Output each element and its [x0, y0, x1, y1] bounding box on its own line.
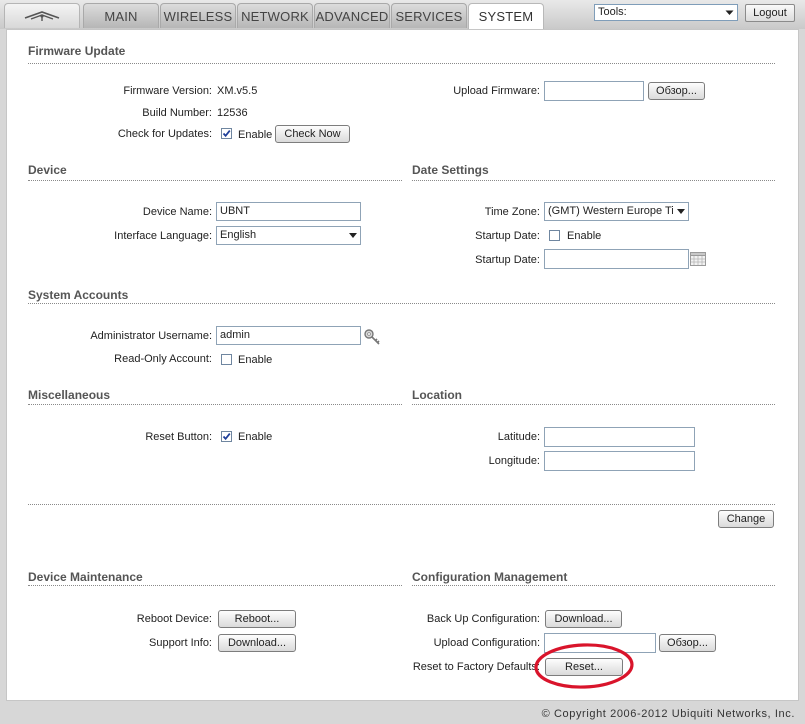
change-button[interactable]: Change: [718, 510, 774, 528]
startup-date-enable-label: Startup Date:: [475, 230, 540, 242]
latitude-label: Latitude:: [497, 431, 540, 443]
upload-firmware-browse-button[interactable]: Обзор...: [648, 82, 705, 100]
chevron-down-icon: [677, 209, 685, 214]
firmware-version-label: Firmware Version:: [123, 85, 212, 97]
longitude-field[interactable]: [544, 451, 695, 471]
read-only-account-checkbox[interactable]: [221, 354, 232, 365]
check-updates-enable-text: Enable: [238, 129, 273, 141]
admin-username-field[interactable]: admin: [216, 326, 361, 345]
checkmark-icon: [222, 433, 231, 441]
configuration-management-heading: Configuration Management: [412, 570, 568, 584]
chevron-down-icon: [349, 233, 357, 238]
section-divider: [28, 180, 402, 181]
device-heading: Device: [28, 163, 67, 177]
system-accounts-heading: System Accounts: [28, 288, 129, 302]
tab-system[interactable]: SYSTEM: [468, 3, 544, 30]
section-divider: [28, 504, 775, 505]
section-divider: [28, 585, 402, 586]
backup-configuration-label: Back Up Configuration:: [426, 613, 540, 625]
section-divider: [28, 303, 775, 304]
section-divider: [28, 63, 775, 64]
device-name-label: Device Name:: [142, 206, 212, 218]
tab-services[interactable]: SERVICES: [391, 3, 467, 28]
firmware-version-value: XM.v5.5: [217, 85, 258, 97]
upload-configuration-label: Upload Configuration:: [433, 637, 540, 649]
logout-button[interactable]: Logout: [745, 4, 795, 22]
tab-network[interactable]: NETWORK: [237, 3, 313, 28]
tools-select-label: Tools:: [598, 6, 627, 18]
upload-firmware-field[interactable]: [544, 81, 644, 101]
ubiquiti-logo[interactable]: [4, 3, 80, 28]
reset-button-label: Reset Button:: [145, 431, 212, 443]
device-name-field[interactable]: UBNT: [216, 202, 361, 221]
reset-button-enable-text: Enable: [238, 431, 273, 443]
startup-date-enable-text: Enable: [567, 230, 602, 242]
tab-wireless[interactable]: WIRELESS: [160, 3, 236, 28]
device-maintenance-heading: Device Maintenance: [28, 570, 143, 584]
upload-firmware-label: Upload Firmware:: [453, 85, 540, 97]
build-number-label: Build Number:: [142, 107, 212, 119]
ubiquiti-logo-icon: [24, 11, 60, 21]
startup-date-field[interactable]: [544, 249, 689, 269]
read-only-account-label: Read-Only Account:: [114, 353, 212, 365]
reset-factory-defaults-label: Reset to Factory Defaults:: [412, 661, 540, 673]
time-zone-value: (GMT) Western Europe Ti: [548, 205, 674, 217]
system-settings-panel: Firmware Update Firmware Version: XM.v5.…: [6, 29, 799, 701]
interface-language-select[interactable]: English: [216, 226, 361, 245]
reset-button-checkbox[interactable]: [221, 431, 232, 442]
chevron-down-icon: [725, 10, 734, 15]
section-divider: [412, 404, 775, 405]
checkmark-icon: [222, 130, 231, 138]
longitude-label: Longitude:: [488, 455, 540, 467]
support-info-download-button[interactable]: Download...: [218, 634, 296, 652]
interface-language-label: Interface Language:: [114, 230, 212, 242]
top-navigation-bar: MAIN WIRELESS NETWORK ADVANCED SERVICES …: [0, 0, 805, 30]
date-settings-heading: Date Settings: [412, 163, 489, 177]
check-updates-checkbox[interactable]: [221, 128, 232, 139]
tools-select[interactable]: Tools:: [594, 4, 738, 21]
section-divider: [412, 180, 775, 181]
startup-date-label: Startup Date:: [475, 254, 540, 266]
support-info-label: Support Info:: [149, 637, 212, 649]
copyright-text: © Copyright 2006-2012 Ubiquiti Networks,…: [541, 708, 795, 720]
section-divider: [412, 585, 775, 586]
firmware-update-heading: Firmware Update: [28, 44, 126, 58]
time-zone-select[interactable]: (GMT) Western Europe Ti: [544, 202, 689, 221]
reboot-device-label: Reboot Device:: [136, 613, 212, 625]
read-only-enable-text: Enable: [238, 354, 273, 366]
tab-advanced[interactable]: ADVANCED: [314, 3, 390, 28]
admin-username-label: Administrator Username:: [90, 330, 212, 342]
check-now-button[interactable]: Check Now: [275, 125, 350, 143]
check-updates-label: Check for Updates:: [117, 128, 212, 140]
upload-configuration-browse-button[interactable]: Обзор...: [659, 634, 716, 652]
tab-main[interactable]: MAIN: [83, 3, 159, 28]
reboot-button[interactable]: Reboot...: [218, 610, 296, 628]
backup-configuration-download-button[interactable]: Download...: [545, 610, 622, 628]
section-divider: [28, 404, 402, 405]
location-heading: Location: [412, 388, 462, 402]
startup-date-checkbox[interactable]: [549, 230, 560, 241]
interface-language-value: English: [220, 229, 257, 241]
red-highlight-ellipse: [534, 643, 634, 689]
build-number-value: 12536: [217, 107, 248, 119]
calendar-icon[interactable]: [690, 252, 706, 266]
miscellaneous-heading: Miscellaneous: [28, 388, 111, 402]
time-zone-label: Time Zone:: [484, 206, 540, 218]
latitude-field[interactable]: [544, 427, 695, 447]
key-icon[interactable]: [363, 328, 381, 346]
